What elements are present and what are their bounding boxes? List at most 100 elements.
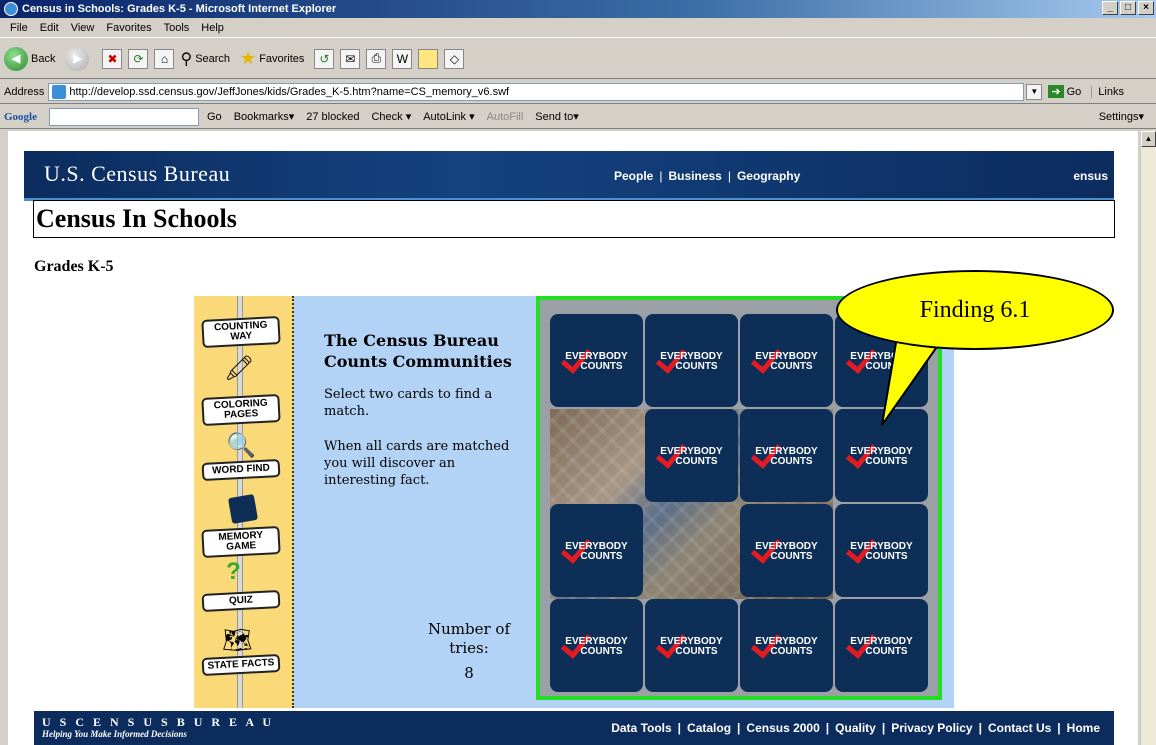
stop-icon[interactable]: ✖ [102, 48, 123, 69]
page-viewport: U.S. Census Bureau People | Business | Geo… [8, 131, 1138, 745]
nav-people[interactable]: People [614, 169, 653, 183]
menu-file[interactable]: File [10, 22, 28, 34]
close-button[interactable]: × [1138, 1, 1154, 15]
maximize-button[interactable]: □ [1120, 1, 1136, 15]
autofill-button[interactable]: AutoFill [487, 111, 524, 123]
sendto-button[interactable]: Send to▾ [535, 110, 578, 123]
edit-word-icon[interactable]: W [392, 48, 413, 69]
card-text-line1: EVERYBODY [660, 350, 723, 362]
autolink-button[interactable]: AutoLink ▾ [423, 110, 474, 123]
menu-help[interactable]: Help [201, 22, 224, 34]
address-bar: Address http://develop.ssd.census.gov/Je… [0, 80, 1156, 104]
back-button[interactable]: ◀ Back [4, 46, 55, 71]
menu-view[interactable]: View [71, 22, 95, 34]
sign-word-find[interactable]: WORD FIND [201, 458, 281, 482]
magnifier-icon: 🔍 [226, 432, 256, 459]
memory-card[interactable]: EVERYBODY COUNTS [550, 504, 643, 597]
card-text-line2: COUNTS [865, 645, 908, 657]
memory-card[interactable]: EVERYBODY COUNTS [835, 599, 928, 692]
address-dropdown-icon[interactable]: ▼ [1026, 83, 1043, 100]
forward-button[interactable]: ▶ [65, 46, 92, 71]
sign-coloring-pages[interactable]: COLORING PAGES [201, 393, 281, 427]
settings-button[interactable]: Settings▾ [1099, 110, 1144, 123]
google-go-button[interactable]: Go [207, 111, 222, 123]
home-icon[interactable]: ⌂ [154, 48, 175, 69]
card-text-line2: COUNTS [770, 645, 813, 657]
grades-heading: Grades K-5 [34, 258, 114, 275]
footer-link-home[interactable]: Home [1067, 721, 1100, 735]
nav-census-partial[interactable]: ensus [1073, 169, 1108, 183]
sign-state-facts[interactable]: STATE FACTS [201, 653, 281, 677]
card-text-line2: COUNTS [580, 360, 623, 372]
finding-callout: Finding 6.1 [836, 270, 1114, 350]
memory-card[interactable]: EVERYBODY COUNTS [645, 314, 738, 407]
forward-arrow-icon: ▶ [65, 46, 90, 71]
go-button[interactable]: ➜ Go [1048, 85, 1081, 98]
crayon-icon: 🖍 [224, 355, 255, 382]
game-instructions: The Census Bureau Counts Communities Sel… [324, 330, 524, 489]
print-icon[interactable]: ⎙ [366, 48, 387, 69]
memory-card[interactable]: EVERYBODY COUNTS [550, 599, 643, 692]
memory-card[interactable]: EVERYBODY COUNTS [740, 314, 833, 407]
footer-link-privacy[interactable]: Privacy Policy [891, 721, 972, 735]
history-icon[interactable]: ↺ [314, 48, 335, 69]
memory-card[interactable]: EVERYBODY COUNTS [740, 504, 833, 597]
note-icon[interactable] [418, 48, 439, 69]
bookmarks-button[interactable]: Bookmarks▾ [234, 110, 295, 123]
sign-memory-game[interactable]: MEMORY GAME [201, 525, 281, 559]
sign-quiz[interactable]: QUIZ [201, 589, 281, 613]
footer-logo: U S C E N S U S B U R E A U [42, 715, 275, 729]
spellcheck-button[interactable]: Check ▾ [371, 110, 411, 123]
tries-label: Number of tries: [427, 620, 510, 657]
nav-geography[interactable]: Geography [737, 169, 800, 183]
menu-tools[interactable]: Tools [164, 22, 190, 34]
card-text-line2: COUNTS [675, 645, 718, 657]
card-text-line1: EVERYBODY [565, 540, 628, 552]
card-text-line1: EVERYBODY [850, 635, 913, 647]
google-toolbar: Google Go Bookmarks▾ 27 blocked Check ▾ … [0, 105, 1156, 129]
memory-card[interactable]: EVERYBODY COUNTS [740, 409, 833, 502]
footer-link-census-2000[interactable]: Census 2000 [746, 721, 819, 735]
memory-card[interactable]: EVERYBODY COUNTS [550, 314, 643, 407]
census-logo[interactable]: U.S. Census Bureau [44, 161, 230, 187]
footer-link-catalog[interactable]: Catalog [687, 721, 731, 735]
footer-link-quality[interactable]: Quality [835, 721, 876, 735]
go-label: Go [1066, 85, 1082, 98]
google-search-input[interactable] [49, 107, 199, 126]
tries-counter: Number of tries: 8 [424, 620, 514, 683]
links-button[interactable]: Links [1091, 85, 1124, 98]
mail-icon[interactable]: ✉ [340, 48, 361, 69]
card-text-line1: EVERYBODY [850, 445, 913, 457]
footer-link-data-tools[interactable]: Data Tools [611, 721, 671, 735]
tries-value: 8 [464, 664, 474, 682]
card-text-line1: EVERYBODY [565, 350, 628, 362]
memory-card[interactable]: EVERYBODY COUNTS [740, 599, 833, 692]
card-text-line2: COUNTS [675, 360, 718, 372]
card-text-line2: COUNTS [865, 455, 908, 467]
scroll-up-icon[interactable]: ▲ [1141, 131, 1156, 147]
memory-card[interactable]: EVERYBODY COUNTS [645, 599, 738, 692]
messenger-icon[interactable]: ◇ [444, 48, 465, 69]
menu-favorites[interactable]: Favorites [106, 22, 151, 34]
sign-counting-way[interactable]: COUNTING WAY [201, 315, 281, 349]
vertical-scrollbar[interactable]: ▲ [1140, 131, 1156, 745]
memory-card[interactable]: EVERYBODY COUNTS [835, 504, 928, 597]
menu-edit[interactable]: Edit [40, 22, 59, 34]
menu-bar: File Edit View Favorites Tools Help [0, 18, 1156, 38]
refresh-icon[interactable]: ⟳ [128, 48, 149, 69]
us-map-icon: 🗺 [222, 627, 253, 654]
page-title: Census In Schools [33, 200, 1115, 238]
footer-tagline: Helping You Make Informed Decisions [42, 729, 187, 739]
memory-game: COUNTING WAY 🖍 COLORING PAGES 🔍 WORD FIN… [194, 296, 954, 708]
card-text-line2: COUNTS [580, 550, 623, 562]
search-button[interactable]: ⚲ Search [180, 49, 230, 69]
card-text-line2: COUNTS [675, 455, 718, 467]
address-input[interactable]: http://develop.ssd.census.gov/JeffJones/… [48, 82, 1025, 101]
minimize-button[interactable]: _ [1102, 1, 1118, 15]
nav-business[interactable]: Business [668, 169, 721, 183]
popup-blocked-count[interactable]: 27 blocked [306, 111, 359, 123]
footer-link-contact[interactable]: Contact Us [988, 721, 1051, 735]
favorites-button[interactable]: ★ Favorites [240, 48, 304, 69]
memory-card[interactable]: EVERYBODY COUNTS [645, 409, 738, 502]
window-title: Census in Schools: Grades K-5 - Microsof… [22, 3, 337, 15]
